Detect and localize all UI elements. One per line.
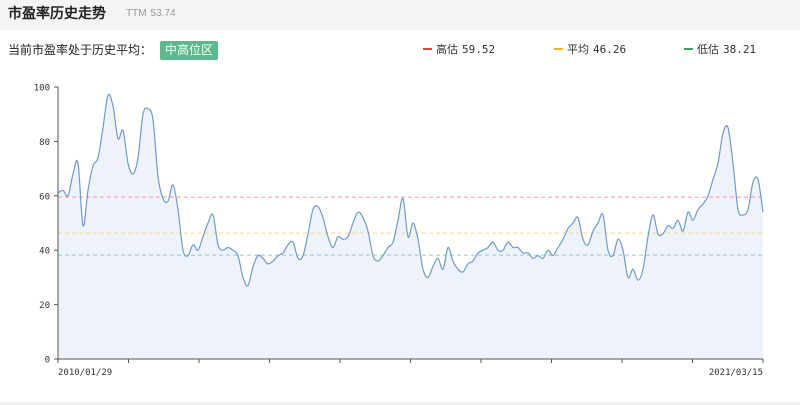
x-tick-label-end: 2021/03/15 [709, 368, 763, 378]
y-tick-label-60: 60 [39, 192, 50, 202]
pe-history-chart: 0 20 40 60 80 100 2010/01/29 2021/03/15 [34, 84, 764, 378]
y-tick-label-40: 40 [39, 247, 50, 257]
y-tick-label-100: 100 [34, 84, 50, 94]
x-tick-label-start: 2010/01/29 [58, 368, 112, 378]
y-tick-label-80: 80 [39, 138, 50, 148]
y-tick-label-0: 0 [45, 356, 50, 366]
y-tick-label-20: 20 [39, 301, 50, 311]
series-area-fill [58, 94, 763, 360]
